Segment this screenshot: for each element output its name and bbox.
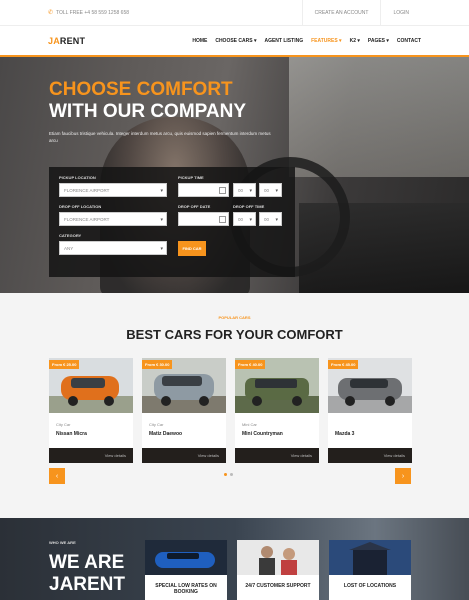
chevron-down-icon: ▾: [160, 188, 163, 194]
section-title: BEST CARS FOR YOUR COMFORT: [126, 327, 343, 342]
view-details-button[interactable]: View details: [235, 448, 319, 463]
feature-image: [237, 540, 319, 575]
price-badge: From € 30.00: [142, 360, 173, 369]
feature-card[interactable]: LOST OF LOCATIONS: [329, 540, 411, 600]
feature-image: [145, 540, 227, 575]
pickup-location-select[interactable]: FLORENCE AIRPORT ▾: [59, 183, 167, 197]
car-card[interactable]: From € 45.00 Mazda 3 View details: [328, 358, 412, 463]
booking-form: PICKUP LOCATION FLORENCE AIRPORT ▾ PICKUP…: [49, 167, 295, 277]
view-details-button[interactable]: View details: [142, 448, 226, 463]
feature-card[interactable]: SPECIAL LOW RATES ON BOOKING: [145, 540, 227, 600]
best-cars-section: POPULAR CARS BEST CARS FOR YOUR COMFORT …: [0, 293, 469, 518]
about-section: WHO WE ARE WE ARE JARENT SPECIAL LOW RAT…: [0, 518, 469, 600]
phone-icon: ✆: [48, 10, 54, 16]
dropoff-date-label: DROP OFF DATE: [178, 204, 211, 209]
feature-card[interactable]: 24/7 CUSTOMER SUPPORT: [237, 540, 319, 600]
top-bar: ✆ TOLL FREE +4 58 559 1258 658 CREATE AN…: [0, 0, 469, 26]
logo[interactable]: JARENT: [48, 36, 85, 46]
dropoff-location-select[interactable]: FLORENCE AIRPORT ▾: [59, 212, 167, 226]
main-nav: JARENT HOME CHOOSE CARS ▾ AGENT LISTING …: [0, 26, 469, 57]
phone-text: TOLL FREE +4 58 559 1258 658: [56, 9, 129, 16]
view-details-button[interactable]: View details: [49, 448, 133, 463]
feature-image: [329, 540, 411, 575]
pickup-time-label: PICKUP TIME: [178, 175, 204, 180]
hero-title-2: WITH OUR COMPANY: [49, 101, 247, 122]
about-eyebrow: WHO WE ARE: [49, 540, 76, 545]
login-link[interactable]: LOGIN: [380, 0, 421, 26]
chevron-right-icon: ›: [401, 472, 405, 480]
nav-choose-cars[interactable]: CHOOSE CARS ▾: [215, 38, 256, 44]
view-details-button[interactable]: View details: [328, 448, 412, 463]
car-card[interactable]: From € 40.00 Mini Car Mini Countryman Vi…: [235, 358, 319, 463]
hero-window-image: [289, 57, 469, 177]
nav-pages[interactable]: PAGES ▾: [368, 38, 389, 44]
price-badge: From € 40.00: [235, 360, 266, 369]
car-name: Mazda 3: [335, 431, 355, 437]
prev-arrow-button[interactable]: ‹: [49, 468, 65, 484]
pickup-location-label: PICKUP LOCATION: [59, 175, 96, 180]
menu: HOME CHOOSE CARS ▾ AGENT LISTING FEATURE…: [192, 38, 421, 44]
car-category: Mini Car: [242, 422, 257, 427]
phone-info: ✆ TOLL FREE +4 58 559 1258 658: [48, 9, 129, 17]
chevron-down-icon: ▾: [160, 246, 163, 252]
pickup-date-field[interactable]: [178, 183, 229, 197]
chevron-down-icon: ▾: [160, 217, 163, 223]
carousel-dots: [224, 473, 233, 476]
price-badge: From € 45.00: [328, 360, 359, 369]
car-category: City Car: [149, 422, 164, 427]
nav-home[interactable]: HOME: [192, 38, 207, 44]
car-card[interactable]: From € 30.00 City Car Matiz Daewoo View …: [142, 358, 226, 463]
car-name: Nissan Micra: [56, 431, 87, 437]
calendar-icon: [219, 187, 226, 194]
dropoff-minute-select[interactable]: 00 ▾: [259, 212, 282, 226]
carousel-dot[interactable]: [224, 473, 227, 476]
category-label: CATEGORY: [59, 233, 82, 238]
hero-title-1: CHOOSE COMFORT: [49, 79, 233, 100]
feature-title: SPECIAL LOW RATES ON BOOKING: [155, 583, 217, 595]
about-title: WE ARE JARENT: [49, 552, 126, 595]
nav-k2[interactable]: K2 ▾: [350, 38, 360, 44]
pickup-minute-select[interactable]: 00 ▾: [259, 183, 282, 197]
chevron-left-icon: ‹: [55, 472, 59, 480]
car-name: Mini Countryman: [242, 431, 283, 437]
next-arrow-button[interactable]: ›: [395, 468, 411, 484]
nav-contact[interactable]: CONTACT: [397, 38, 421, 44]
nav-features[interactable]: FEATURES ▾: [311, 38, 341, 44]
pickup-hour-select[interactable]: 00 ▾: [233, 183, 256, 197]
section-eyebrow: POPULAR CARS: [218, 315, 251, 320]
hero-section: CHOOSE COMFORT WITH OUR COMPANY Etiam fa…: [0, 57, 469, 293]
hero-text: Etiam faucibus tristique vehicula. Integ…: [49, 131, 271, 143]
car-name: Matiz Daewoo: [149, 431, 183, 437]
calendar-icon: [219, 216, 226, 223]
dropoff-time-label: DROP OFF TIME: [233, 204, 265, 209]
feature-title: LOST OF LOCATIONS: [343, 583, 397, 589]
price-badge: From € 25.00: [49, 360, 80, 369]
car-card[interactable]: From € 25.00 City Car Nissan Micra View …: [49, 358, 133, 463]
dropoff-location-label: DROP OFF LOCATION: [59, 204, 102, 209]
find-car-button[interactable]: FIND CAR: [178, 241, 206, 256]
nav-agent-listing[interactable]: AGENT LISTING: [264, 38, 303, 44]
carousel-dot[interactable]: [230, 473, 233, 476]
category-select[interactable]: ANY ▾: [59, 241, 167, 255]
car-category: City Car: [56, 422, 71, 427]
dropoff-date-field[interactable]: [178, 212, 229, 226]
create-account-link[interactable]: CREATE AN ACCOUNT: [301, 0, 381, 26]
feature-title: 24/7 CUSTOMER SUPPORT: [245, 583, 311, 589]
dropoff-hour-select[interactable]: 00 ▾: [233, 212, 256, 226]
